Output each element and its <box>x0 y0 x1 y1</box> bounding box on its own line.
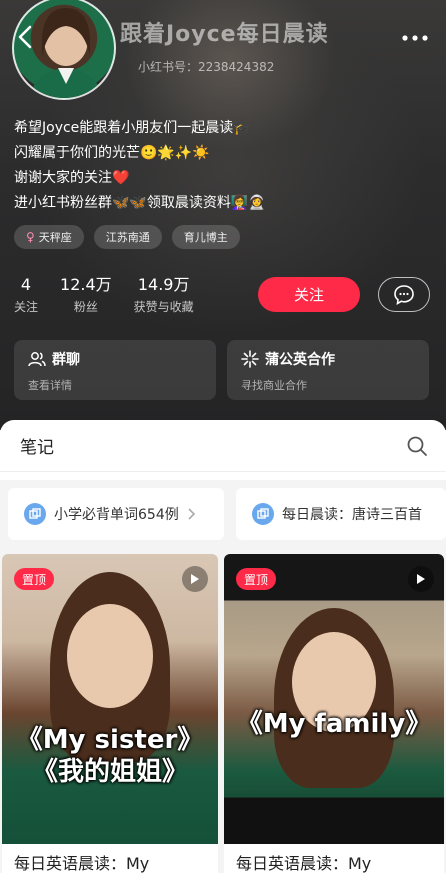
note-card[interactable]: 置顶 《My family》 每日英语晨读：My <box>224 554 444 873</box>
chat-button[interactable] <box>378 277 430 312</box>
notes-section: 笔记 小学必背单词654例 每日晨读：唐诗三百首 置顶 《My sister》 … <box>0 420 446 873</box>
cover-text-line: 《我的姐姐》 <box>31 757 188 787</box>
tag-zodiac[interactable]: ♀ 天秤座 <box>14 225 84 249</box>
profile-header: 跟着Joyce每日晨读 小红书号：2238424382 希望Joyce能跟着小朋… <box>0 0 446 430</box>
tag-location[interactable]: 江苏南通 <box>93 225 162 249</box>
group-icon <box>28 352 46 367</box>
stat-value: 14.9万 <box>137 275 190 294</box>
tab-notes[interactable]: 笔记 <box>20 433 54 458</box>
card-title-row: 蒲公英合作 <box>241 349 415 369</box>
stat-label: 获赞与收藏 <box>133 300 194 314</box>
collection-icon <box>252 503 274 525</box>
tag-label: 江苏南通 <box>105 231 150 244</box>
redbook-id: 小红书号：2238424382 <box>138 60 275 74</box>
dandelion-card[interactable]: 蒲公英合作 寻找商业合作 <box>227 340 429 400</box>
more-button[interactable] <box>398 24 432 52</box>
bio-line: 希望Joyce能跟着小朋友们一起晨读🎓 <box>14 120 251 136</box>
stat-following[interactable]: 4 关注 <box>14 275 38 315</box>
stat-label: 关注 <box>14 300 39 314</box>
search-icon[interactable] <box>406 435 428 457</box>
pinned-badge: 置顶 <box>236 568 277 590</box>
collection-icon <box>24 503 46 525</box>
follow-button[interactable]: 关注 <box>258 277 360 312</box>
note-title: 每日英语晨读：My <box>236 854 372 873</box>
profile-tags: ♀ 天秤座 江苏南通 育儿博主 <box>14 225 240 249</box>
card-subtitle: 查看详情 <box>28 379 72 392</box>
stat-label: 粉丝 <box>73 300 98 314</box>
video-play-icon <box>408 566 434 592</box>
cover-text-line: 《My family》 <box>236 709 432 739</box>
collection-chip[interactable]: 小学必背单词654例 <box>8 488 224 540</box>
note-cover-text: 《My sister》 《我的姐姐》 <box>2 724 218 788</box>
collection-label: 每日晨读：唐诗三百首 <box>282 507 422 523</box>
note-cover-text: 《My family》 <box>224 708 444 740</box>
card-title: 群聊 <box>52 352 80 368</box>
group-chat-card[interactable]: 群聊 查看详情 <box>14 340 216 400</box>
card-subtitle: 寻找商业合作 <box>241 379 307 392</box>
stat-value: 12.4万 <box>60 275 112 294</box>
bio-line: 进小红书粉丝群🦋🦋领取晨读资料👩‍🏫👩‍🚀 <box>14 195 266 211</box>
tag-label: 育儿博主 <box>183 231 228 244</box>
tag-label: 天秤座 <box>38 231 72 244</box>
female-icon: ♀ <box>26 230 35 244</box>
chevron-left-icon <box>18 25 32 49</box>
page-title: 跟着Joyce每日晨读 <box>120 22 329 47</box>
chevron-right-icon <box>188 508 195 520</box>
back-button[interactable] <box>8 20 42 54</box>
note-title: 每日英语晨读：My <box>14 854 150 873</box>
stat-value: 4 <box>20 275 32 294</box>
cover-text-line: 《My sister》 <box>16 725 204 755</box>
more-dots-icon <box>402 35 428 41</box>
stat-followers[interactable]: 12.4万 粉丝 <box>60 275 112 315</box>
chat-bubble-icon <box>394 284 414 305</box>
notes-grid: 置顶 《My sister》 《我的姐姐》 每日英语晨读：My 置顶 《My f… <box>0 552 446 873</box>
note-card[interactable]: 置顶 《My sister》 《我的姐姐》 每日英语晨读：My <box>2 554 218 873</box>
card-title-row: 群聊 <box>28 349 202 369</box>
card-title: 蒲公英合作 <box>265 352 335 368</box>
note-cover: 置顶 《My sister》 《我的姐姐》 <box>2 554 218 844</box>
pinned-badge: 置顶 <box>14 568 55 590</box>
sparkle-icon <box>241 350 259 368</box>
video-play-icon <box>182 566 208 592</box>
bio-line: 谢谢大家的关注❤️ <box>14 170 130 186</box>
feature-cards: 群聊 查看详情 蒲公英合作 寻找商业合作 <box>14 340 429 400</box>
stat-likes[interactable]: 14.9万 获赞与收藏 <box>134 275 194 315</box>
notes-header: 笔记 <box>0 420 446 472</box>
bio: 希望Joyce能跟着小朋友们一起晨读🎓 闪耀属于你们的光芒🙂🌟✨☀️ 谢谢大家的… <box>14 116 434 216</box>
note-cover: 置顶 《My family》 <box>224 554 444 844</box>
tag-category[interactable]: 育儿博主 <box>171 225 240 249</box>
collection-chip[interactable]: 每日晨读：唐诗三百首 <box>236 488 446 540</box>
bio-line: 闪耀属于你们的光芒🙂🌟✨☀️ <box>14 145 210 161</box>
profile-stats: 4 关注 12.4万 粉丝 14.9万 获赞与收藏 <box>14 275 216 315</box>
collection-label: 小学必背单词654例 <box>54 507 179 523</box>
collections-row: 小学必背单词654例 每日晨读：唐诗三百首 <box>0 480 446 552</box>
